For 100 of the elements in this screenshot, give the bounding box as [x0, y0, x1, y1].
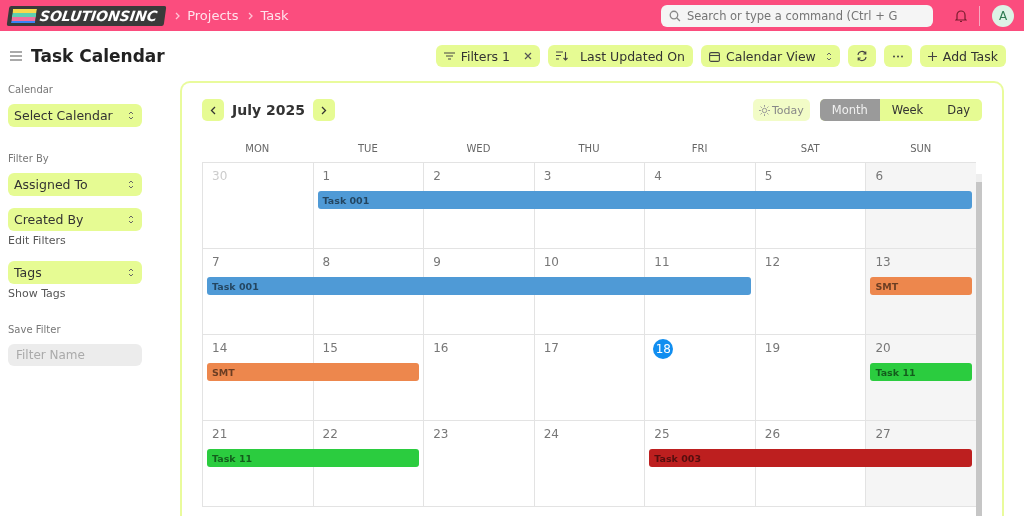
sort-icon — [556, 51, 569, 61]
day-number: 14 — [211, 340, 228, 357]
search-icon — [669, 9, 681, 22]
chevron-left-icon — [210, 105, 216, 115]
day-cell[interactable]: 2 — [423, 163, 534, 248]
today-date-marker: 18 — [653, 339, 674, 359]
tags-select[interactable]: Tags — [8, 261, 142, 284]
refresh-button[interactable] — [847, 45, 876, 67]
event-bar-segment[interactable] — [312, 449, 420, 467]
section-label: Save Filter — [8, 324, 62, 335]
sort-button[interactable]: Last Updated On — [548, 45, 693, 67]
event-bar-segment[interactable]: SMT — [207, 363, 313, 381]
day-cell[interactable]: 5 — [754, 163, 866, 248]
day-number: 8 — [321, 254, 331, 271]
updown-icon — [128, 268, 134, 277]
day-cell[interactable]: 3 — [533, 163, 645, 248]
day-number: 19 — [763, 340, 781, 357]
day-cell[interactable]: 23 — [423, 421, 534, 506]
day-cell[interactable]: 18 — [644, 335, 755, 420]
event-title: SMT — [211, 366, 235, 378]
day-cell[interactable]: 7 Task 001 — [202, 249, 313, 334]
calendar-select[interactable]: Select Calendar — [8, 104, 142, 127]
logo[interactable]: SOLUTIONSINC — [6, 5, 167, 26]
next-button[interactable] — [312, 99, 335, 121]
day-cell[interactable]: 15 — [312, 335, 424, 420]
weekday-header: SAT — [799, 142, 821, 156]
day-cell[interactable]: 6 — [865, 163, 976, 248]
menu-icon[interactable] — [10, 51, 22, 61]
day-number: 20 — [874, 340, 891, 357]
breadcrumb-link[interactable]: Task — [260, 8, 289, 23]
event-bar-segment[interactable] — [865, 191, 972, 209]
event-title: Task 001 — [211, 280, 259, 292]
event-bar-segment[interactable]: Task 001 — [207, 277, 313, 295]
day-number: 7 — [211, 254, 220, 271]
event-title: Task 003 — [653, 452, 702, 464]
day-cell[interactable]: 25 Task 003 — [644, 421, 755, 506]
day-cell[interactable]: 24 — [533, 421, 645, 506]
close-icon[interactable] — [524, 52, 533, 60]
previous-button[interactable] — [202, 99, 224, 121]
month-title: July 2025 — [232, 102, 305, 118]
view-tab[interactable]: Week — [879, 99, 936, 121]
day-cell[interactable]: 26 — [754, 421, 866, 506]
day-cell[interactable]: 4 — [644, 163, 755, 248]
event-bar-segment[interactable] — [865, 449, 972, 467]
day-cell[interactable]: 10 — [533, 249, 645, 334]
calendar-icon — [709, 50, 720, 62]
day-number: 17 — [542, 340, 559, 357]
day-cell[interactable]: 21 Task 11 — [202, 421, 313, 506]
day-number: 1 — [321, 168, 331, 185]
user-avatar[interactable]: A — [992, 4, 1014, 27]
day-cell[interactable]: 14 SMT — [202, 335, 313, 420]
day-number: 25 — [653, 426, 670, 443]
event-bar-segment[interactable] — [312, 363, 420, 381]
day-cell[interactable]: 8 — [312, 249, 424, 334]
day-number: 15 — [321, 340, 338, 357]
weekday-header: WED — [465, 142, 492, 156]
filters-button[interactable]: Filters 1 — [435, 45, 541, 67]
event-title: SMT — [874, 280, 899, 292]
scrollbar[interactable] — [976, 174, 982, 516]
day-cell[interactable]: 22 — [312, 421, 424, 506]
chevron-right-icon — [320, 105, 327, 115]
day-cell[interactable]: 17 — [533, 335, 645, 420]
event-bar-segment[interactable]: Task 11 — [870, 363, 972, 381]
day-cell[interactable]: 20 Task 11 — [865, 335, 976, 420]
edit-filters-link[interactable]: Edit Filters — [8, 234, 172, 247]
updown-icon — [128, 180, 134, 189]
event-bar-segment[interactable]: Task 11 — [207, 449, 313, 467]
day-cell[interactable]: 11 — [644, 249, 755, 334]
weekday-header: TUE — [356, 142, 379, 156]
search-field[interactable]: Search or type a command (Ctrl + G — [661, 4, 933, 27]
day-number: 4 — [653, 168, 662, 185]
show-tags-link[interactable]: Show Tags — [8, 287, 172, 300]
breadcrumb-link[interactable]: Projects — [187, 8, 239, 23]
more-button[interactable] — [883, 45, 912, 67]
event-bar-segment[interactable]: SMT — [870, 277, 972, 295]
day-cell[interactable]: 16 — [423, 335, 534, 420]
day-number: 13 — [874, 254, 891, 271]
day-cell[interactable]: 1 Task 001 — [312, 163, 424, 248]
day-cell[interactable]: 27 — [865, 421, 976, 506]
filter-select[interactable]: Created By — [8, 208, 142, 231]
bell-icon[interactable] — [955, 8, 967, 23]
day-number: 5 — [763, 168, 773, 185]
view-tab[interactable]: Day — [935, 99, 982, 121]
event-title: Task 001 — [321, 194, 370, 206]
day-number: 26 — [763, 426, 781, 443]
event-bar-segment[interactable] — [644, 277, 751, 295]
view-select[interactable]: Calendar View — [701, 45, 840, 67]
today-button[interactable]: Today — [752, 99, 810, 121]
day-cell[interactable]: 13 SMT — [865, 249, 976, 334]
day-number: 23 — [432, 426, 449, 443]
day-number: 9 — [432, 254, 441, 271]
add-task-button[interactable]: Add Task — [919, 45, 1006, 67]
filter-name-field[interactable]: Filter Name — [8, 344, 142, 366]
day-cell[interactable]: 9 — [423, 249, 534, 334]
view-tab[interactable]: Month — [819, 99, 880, 121]
filter-select[interactable]: Assigned To — [8, 173, 142, 196]
day-number: 10 — [542, 254, 559, 271]
section-label: Filter By — [8, 153, 50, 164]
event-bar-segment[interactable]: Task 001 — [317, 191, 424, 209]
updown-icon — [825, 51, 832, 61]
